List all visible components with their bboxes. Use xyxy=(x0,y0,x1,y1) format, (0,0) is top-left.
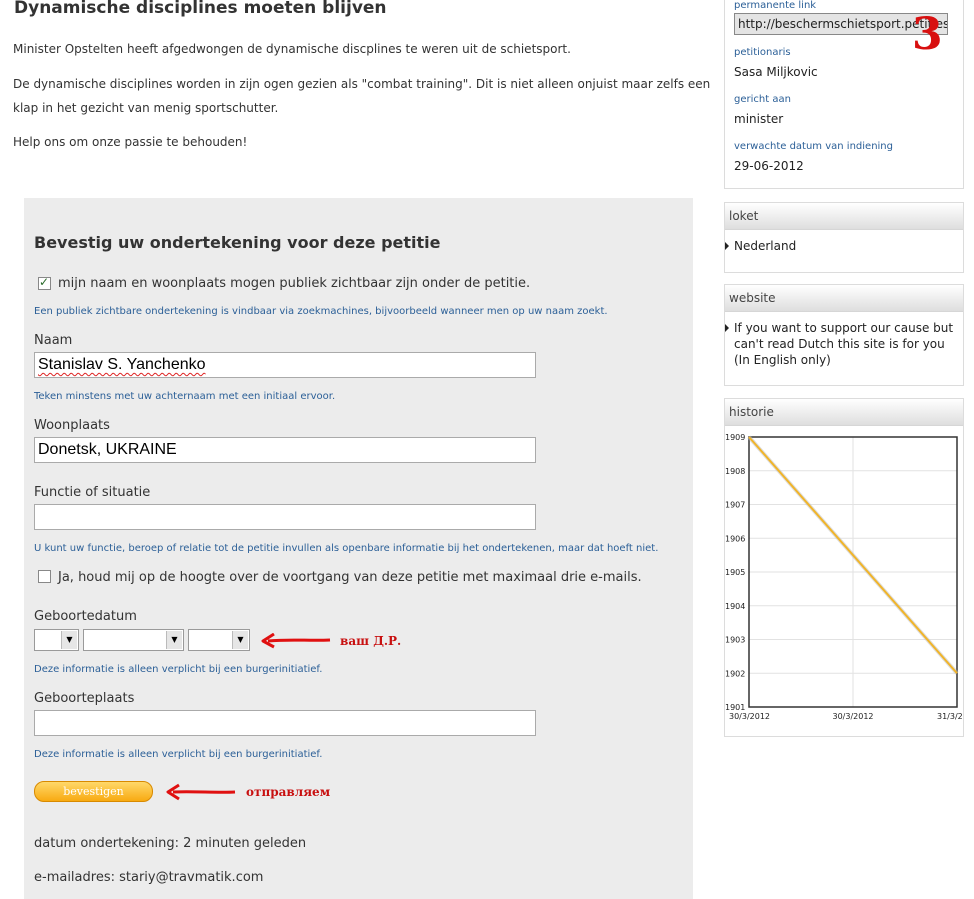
city-label: Woonplaats xyxy=(34,418,110,433)
website-heading: website xyxy=(725,285,963,312)
submission-date-label: verwachte datum van indiening xyxy=(734,141,893,152)
history-chart: 19091908190719061905190419031902190130/3… xyxy=(725,433,963,721)
loket-item-nederland[interactable]: Nederland xyxy=(734,238,796,254)
birthplace-label: Geboorteplaats xyxy=(34,691,135,706)
updates-checkbox[interactable] xyxy=(38,570,51,583)
intro-paragraph-3: Help ons om onze passie te behouden! xyxy=(13,135,248,149)
y-tick-label: 1904 xyxy=(725,602,745,611)
name-label: Naam xyxy=(34,333,73,348)
updates-label: Ja, houd mij op de hoogte over de voortg… xyxy=(58,570,642,585)
public-visibility-hint: Een publiek zichtbare ondertekening is v… xyxy=(34,306,608,317)
permalink-label: permanente link xyxy=(734,0,817,11)
public-visibility-label: mijn naam en woonplaats mogen publiek zi… xyxy=(58,276,531,291)
birthplace-input[interactable] xyxy=(34,710,536,736)
submit-annotation: отправляем xyxy=(246,785,331,799)
chevron-down-icon: ▼ xyxy=(61,631,77,649)
y-tick-label: 1909 xyxy=(725,433,745,442)
birthdate-arrow-icon xyxy=(261,633,331,649)
birth-year-select[interactable]: ▼ xyxy=(188,629,250,651)
birth-day-select[interactable]: ▼ xyxy=(34,629,79,651)
x-tick-label: 30/3/2012 xyxy=(729,712,770,721)
y-tick-label: 1906 xyxy=(725,534,745,543)
submission-date-value: 29-06-2012 xyxy=(734,159,804,173)
y-tick-label: 1907 xyxy=(725,501,745,510)
intro-paragraph-1: Minister Opstelten heeft afgedwongen de … xyxy=(13,42,571,56)
signed-date-line: datum ondertekening: 2 minuten geleden xyxy=(34,836,307,851)
website-link[interactable]: If you want to support our cause but can… xyxy=(734,320,960,368)
name-input-value: Stanislav S. Yanchenko xyxy=(38,356,206,373)
intro-paragraph-2: De dynamische disciplines worden in zijn… xyxy=(13,77,711,115)
birthplace-hint: Deze informatie is alleen verplicht bij … xyxy=(34,749,323,760)
name-hint: Teken minstens met uw achternaam met een… xyxy=(34,391,336,402)
x-tick-label: 31/3/2 xyxy=(937,712,963,721)
y-tick-label: 1902 xyxy=(725,669,745,678)
function-hint: U kunt uw functie, beroep of relatie tot… xyxy=(34,543,659,554)
y-tick-label: 1901 xyxy=(725,703,745,712)
birth-month-select[interactable]: ▼ xyxy=(83,629,184,651)
addressed-value: minister xyxy=(734,112,784,126)
function-input[interactable] xyxy=(34,504,536,530)
loket-heading: loket xyxy=(725,203,963,230)
email-line: e-mailadres: stariy@travmatik.com xyxy=(34,870,264,885)
submit-button[interactable]: bevestigen xyxy=(34,781,153,802)
function-label: Functie of situatie xyxy=(34,485,151,500)
y-tick-label: 1905 xyxy=(725,568,745,577)
form-title: Bevestig uw ondertekening voor deze peti… xyxy=(34,233,441,252)
name-input[interactable]: Stanislav S. Yanchenko xyxy=(34,352,536,378)
bullet-icon xyxy=(725,242,729,250)
submit-arrow-icon xyxy=(166,783,236,801)
history-heading: historie xyxy=(725,399,963,426)
checkmark-icon: ✓ xyxy=(39,275,50,289)
birthdate-hint: Deze informatie is alleen verplicht bij … xyxy=(34,664,323,675)
chevron-down-icon: ▼ xyxy=(166,631,182,649)
public-visibility-checkbox[interactable]: ✓ xyxy=(38,275,51,290)
bullet-icon xyxy=(725,324,729,332)
y-tick-label: 1903 xyxy=(725,636,745,645)
city-input[interactable]: Donetsk, UKRAINE xyxy=(34,437,536,463)
step-number-annotation: 3 xyxy=(912,9,943,60)
birthdate-annotation: ваш Д.Р. xyxy=(340,634,402,648)
x-tick-label: 30/3/2012 xyxy=(832,712,873,721)
city-input-value: Donetsk, UKRAINE xyxy=(38,441,177,458)
petitioner-value: Sasa Miljkovic xyxy=(734,65,818,79)
birthdate-label: Geboortedatum xyxy=(34,609,137,624)
y-tick-label: 1908 xyxy=(725,467,745,476)
petition-title: Dynamische disciplines moeten blijven xyxy=(14,0,387,18)
chevron-down-icon: ▼ xyxy=(232,631,248,649)
petitioner-label: petitionaris xyxy=(734,47,791,58)
addressed-label: gericht aan xyxy=(734,94,791,105)
